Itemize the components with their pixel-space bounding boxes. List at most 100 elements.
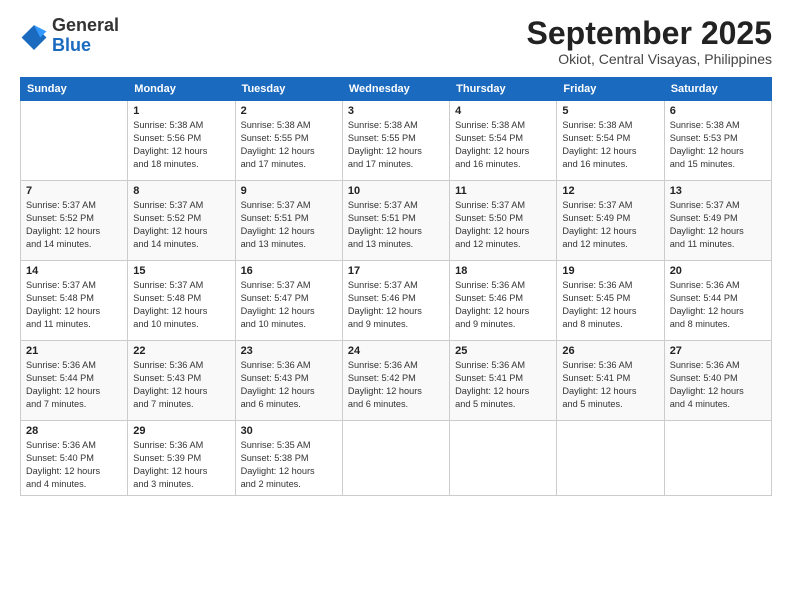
day-number: 4 — [455, 105, 551, 117]
day-info: Sunrise: 5:37 AM Sunset: 5:52 PM Dayligh… — [133, 199, 229, 251]
day-number: 9 — [241, 185, 337, 197]
calendar-cell: 4 Sunrise: 5:38 AM Sunset: 5:54 PM Daylig… — [450, 101, 557, 181]
day-number: 7 — [26, 185, 122, 197]
logo: General Blue — [20, 16, 119, 56]
day-number: 19 — [562, 265, 658, 277]
calendar-week-3: 14 Sunrise: 5:37 AM Sunset: 5:48 PM Dayli… — [21, 261, 772, 341]
day-info: Sunrise: 5:36 AM Sunset: 5:39 PM Dayligh… — [133, 439, 229, 491]
day-number: 23 — [241, 345, 337, 357]
calendar-table: SundayMondayTuesdayWednesdayThursdayFrid… — [20, 77, 772, 496]
day-info: Sunrise: 5:38 AM Sunset: 5:54 PM Dayligh… — [455, 119, 551, 171]
calendar-week-2: 7 Sunrise: 5:37 AM Sunset: 5:52 PM Daylig… — [21, 181, 772, 261]
day-info: Sunrise: 5:36 AM Sunset: 5:45 PM Dayligh… — [562, 279, 658, 331]
day-number: 18 — [455, 265, 551, 277]
weekday-header-sunday: Sunday — [21, 78, 128, 101]
day-info: Sunrise: 5:36 AM Sunset: 5:44 PM Dayligh… — [26, 359, 122, 411]
day-number: 27 — [670, 345, 766, 357]
calendar-cell: 7 Sunrise: 5:37 AM Sunset: 5:52 PM Daylig… — [21, 181, 128, 261]
day-info: Sunrise: 5:37 AM Sunset: 5:52 PM Dayligh… — [26, 199, 122, 251]
weekday-header-saturday: Saturday — [664, 78, 771, 101]
day-number: 14 — [26, 265, 122, 277]
day-info: Sunrise: 5:36 AM Sunset: 5:43 PM Dayligh… — [133, 359, 229, 411]
day-number: 8 — [133, 185, 229, 197]
weekday-header-friday: Friday — [557, 78, 664, 101]
day-number: 2 — [241, 105, 337, 117]
day-number: 29 — [133, 425, 229, 437]
calendar-cell: 18 Sunrise: 5:36 AM Sunset: 5:46 PM Dayli… — [450, 261, 557, 341]
day-number: 21 — [26, 345, 122, 357]
day-info: Sunrise: 5:36 AM Sunset: 5:41 PM Dayligh… — [455, 359, 551, 411]
day-number: 30 — [241, 425, 337, 437]
location: Okiot, Central Visayas, Philippines — [527, 51, 772, 67]
calendar-cell: 10Sunrise: 5:37 AM Sunset: 5:51 PM Dayli… — [342, 181, 449, 261]
weekday-row: SundayMondayTuesdayWednesdayThursdayFrid… — [21, 78, 772, 101]
calendar-cell: 27 Sunrise: 5:36 AM Sunset: 5:40 PM Dayli… — [664, 341, 771, 421]
calendar-week-1: 1Sunrise: 5:38 AM Sunset: 5:56 PM Daylig… — [21, 101, 772, 181]
day-number: 17 — [348, 265, 444, 277]
calendar-cell: 14Sunrise: 5:37 AM Sunset: 5:48 PM Dayli… — [21, 261, 128, 341]
calendar-header: SundayMondayTuesdayWednesdayThursdayFrid… — [21, 78, 772, 101]
day-info: Sunrise: 5:38 AM Sunset: 5:55 PM Dayligh… — [348, 119, 444, 171]
day-info: Sunrise: 5:37 AM Sunset: 5:51 PM Dayligh… — [241, 199, 337, 251]
day-number: 11 — [455, 185, 551, 197]
day-number: 6 — [670, 105, 766, 117]
calendar-cell: 21 Sunrise: 5:36 AM Sunset: 5:44 PM Dayli… — [21, 341, 128, 421]
logo-text: General Blue — [52, 16, 119, 56]
day-info: Sunrise: 5:37 AM Sunset: 5:49 PM Dayligh… — [670, 199, 766, 251]
title-block: September 2025 Okiot, Central Visayas, P… — [527, 16, 772, 67]
day-number: 24 — [348, 345, 444, 357]
calendar-cell: 3 Sunrise: 5:38 AM Sunset: 5:55 PM Daylig… — [342, 101, 449, 181]
day-info: Sunrise: 5:36 AM Sunset: 5:41 PM Dayligh… — [562, 359, 658, 411]
day-info: Sunrise: 5:36 AM Sunset: 5:40 PM Dayligh… — [670, 359, 766, 411]
calendar-week-5: 28 Sunrise: 5:36 AM Sunset: 5:40 PM Dayli… — [21, 421, 772, 496]
calendar-cell — [450, 421, 557, 496]
logo-icon — [20, 22, 48, 50]
day-number: 20 — [670, 265, 766, 277]
day-info: Sunrise: 5:35 AM Sunset: 5:38 PM Dayligh… — [241, 439, 337, 491]
day-info: Sunrise: 5:36 AM Sunset: 5:46 PM Dayligh… — [455, 279, 551, 331]
day-number: 28 — [26, 425, 122, 437]
weekday-header-tuesday: Tuesday — [235, 78, 342, 101]
calendar-cell: 15 Sunrise: 5:37 AM Sunset: 5:48 PM Dayli… — [128, 261, 235, 341]
calendar-cell: 25Sunrise: 5:36 AM Sunset: 5:41 PM Dayli… — [450, 341, 557, 421]
day-number: 26 — [562, 345, 658, 357]
calendar-cell — [664, 421, 771, 496]
calendar-cell: 17Sunrise: 5:37 AM Sunset: 5:46 PM Dayli… — [342, 261, 449, 341]
day-info: Sunrise: 5:36 AM Sunset: 5:40 PM Dayligh… — [26, 439, 122, 491]
calendar-cell: 6 Sunrise: 5:38 AM Sunset: 5:53 PM Daylig… — [664, 101, 771, 181]
month-title: September 2025 — [527, 16, 772, 51]
calendar-cell: 20Sunrise: 5:36 AM Sunset: 5:44 PM Dayli… — [664, 261, 771, 341]
page: General Blue September 2025 Okiot, Centr… — [0, 0, 792, 612]
logo-blue: Blue — [52, 35, 91, 55]
calendar-cell — [557, 421, 664, 496]
weekday-header-wednesday: Wednesday — [342, 78, 449, 101]
day-number: 16 — [241, 265, 337, 277]
calendar-cell: 1Sunrise: 5:38 AM Sunset: 5:56 PM Daylig… — [128, 101, 235, 181]
calendar-cell: 5 Sunrise: 5:38 AM Sunset: 5:54 PM Daylig… — [557, 101, 664, 181]
day-info: Sunrise: 5:38 AM Sunset: 5:53 PM Dayligh… — [670, 119, 766, 171]
day-number: 13 — [670, 185, 766, 197]
day-number: 22 — [133, 345, 229, 357]
day-number: 5 — [562, 105, 658, 117]
calendar-cell: 29 Sunrise: 5:36 AM Sunset: 5:39 PM Dayli… — [128, 421, 235, 496]
calendar-cell: 24Sunrise: 5:36 AM Sunset: 5:42 PM Dayli… — [342, 341, 449, 421]
header: General Blue September 2025 Okiot, Centr… — [20, 16, 772, 67]
day-info: Sunrise: 5:38 AM Sunset: 5:56 PM Dayligh… — [133, 119, 229, 171]
day-info: Sunrise: 5:38 AM Sunset: 5:55 PM Dayligh… — [241, 119, 337, 171]
logo-general: General — [52, 15, 119, 35]
calendar-week-4: 21 Sunrise: 5:36 AM Sunset: 5:44 PM Dayli… — [21, 341, 772, 421]
day-number: 3 — [348, 105, 444, 117]
calendar-cell: 11Sunrise: 5:37 AM Sunset: 5:50 PM Dayli… — [450, 181, 557, 261]
calendar-cell: 12 Sunrise: 5:37 AM Sunset: 5:49 PM Dayli… — [557, 181, 664, 261]
calendar-cell: 28 Sunrise: 5:36 AM Sunset: 5:40 PM Dayli… — [21, 421, 128, 496]
day-number: 15 — [133, 265, 229, 277]
weekday-header-monday: Monday — [128, 78, 235, 101]
day-info: Sunrise: 5:36 AM Sunset: 5:43 PM Dayligh… — [241, 359, 337, 411]
day-info: Sunrise: 5:37 AM Sunset: 5:48 PM Dayligh… — [133, 279, 229, 331]
day-info: Sunrise: 5:38 AM Sunset: 5:54 PM Dayligh… — [562, 119, 658, 171]
calendar-cell: 8 Sunrise: 5:37 AM Sunset: 5:52 PM Daylig… — [128, 181, 235, 261]
calendar-cell: 30 Sunrise: 5:35 AM Sunset: 5:38 PM Dayli… — [235, 421, 342, 496]
calendar-cell: 9 Sunrise: 5:37 AM Sunset: 5:51 PM Daylig… — [235, 181, 342, 261]
day-info: Sunrise: 5:37 AM Sunset: 5:49 PM Dayligh… — [562, 199, 658, 251]
day-number: 12 — [562, 185, 658, 197]
